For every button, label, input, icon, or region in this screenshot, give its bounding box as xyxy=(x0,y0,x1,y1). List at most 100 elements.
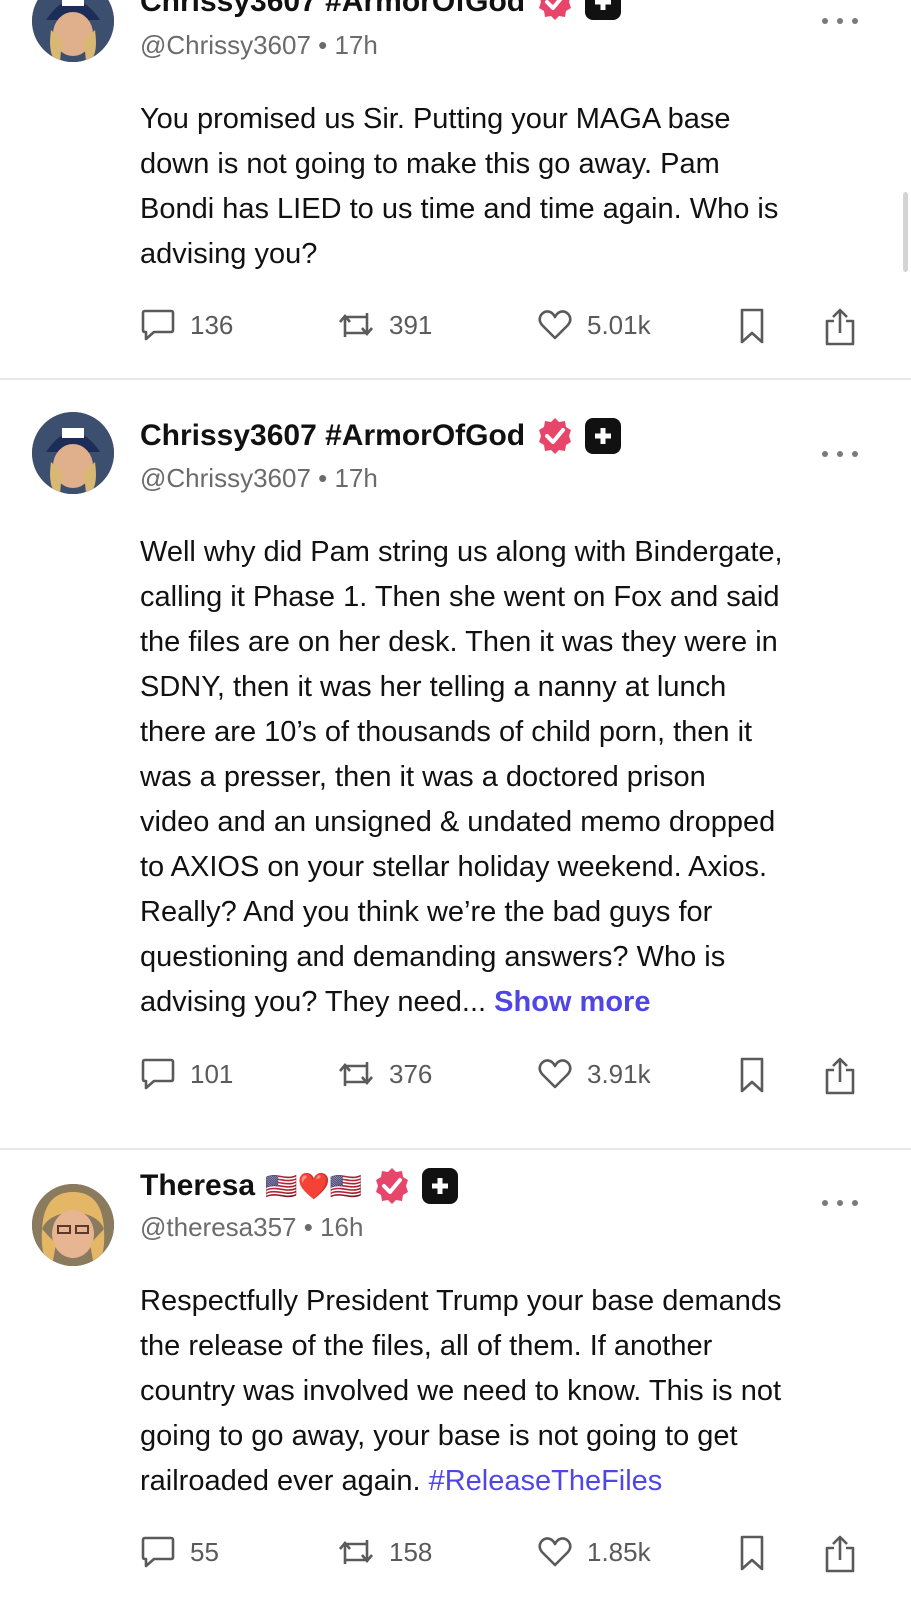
author-name-row: Chrissy3607 #ArmorOfGod xyxy=(140,416,622,456)
post-text-line: Bondi has LIED to us time and time again… xyxy=(140,193,779,225)
author-handle-row: @Chrissy3607 • 17h xyxy=(140,30,378,61)
plus-badge-icon xyxy=(585,418,622,454)
bookmark-button[interactable] xyxy=(737,307,767,345)
repost-count: 376 xyxy=(389,1058,433,1089)
repost-button[interactable]: 376 xyxy=(337,1056,432,1092)
post-text-line: advising you? xyxy=(140,238,318,270)
reply-button[interactable]: 136 xyxy=(140,307,233,343)
author-name[interactable]: Chrissy3607 #ArmorOfGod xyxy=(140,419,525,453)
verified-badge-icon xyxy=(376,1168,409,1204)
speech-bubble-icon xyxy=(141,309,175,341)
repost-arrows-icon xyxy=(339,313,373,337)
repost-button[interactable]: 158 xyxy=(337,1534,432,1570)
post-time: 17h xyxy=(334,30,378,60)
avatar[interactable] xyxy=(32,0,114,62)
plus-badge-icon xyxy=(585,0,622,20)
post-text-line: down is not going to make this go away. … xyxy=(140,148,720,180)
author-handle[interactable]: @Chrissy3607 xyxy=(140,463,311,493)
post-time: 16h xyxy=(320,1212,364,1242)
reply-button[interactable]: 55 xyxy=(140,1534,219,1570)
bookmark-icon xyxy=(740,1535,764,1571)
post-text-line: the files are on her desk. Then it was t… xyxy=(140,626,778,658)
separator-dot: • xyxy=(318,463,335,493)
post-text: You promised us Sir. Putting your MAGA b… xyxy=(140,97,875,277)
author-name-row: Theresa 🇺🇸❤️🇺🇸 xyxy=(140,1166,459,1206)
separator-dot: • xyxy=(303,1212,321,1242)
post-text-line: questioning and demanding answers? Who i… xyxy=(140,941,726,973)
post-text-line-end: advising you? They need... xyxy=(140,986,487,1018)
like-button[interactable]: 5.01k xyxy=(537,307,651,343)
post-2: Chrissy3607 #ArmorOfGod @Chrissy3607 • 1… xyxy=(0,380,911,1130)
heart-outline-icon xyxy=(538,1537,572,1567)
author-handle-row: @theresa357 • 16h xyxy=(140,1212,363,1243)
like-count: 3.91k xyxy=(587,1058,651,1089)
post-1: Chrissy3607 #ArmorOfGod @Chrissy3607 • 1… xyxy=(0,0,911,380)
post-text-line: Respectfully President Trump your base d… xyxy=(140,1285,782,1317)
author-handle[interactable]: @theresa357 xyxy=(140,1212,297,1242)
post-3: Theresa 🇺🇸❤️🇺🇸 @theresa357 • 16h Respect… xyxy=(0,1150,911,1600)
avatar[interactable] xyxy=(32,1184,114,1266)
post-text-line: SDNY, then it was her telling a nanny at… xyxy=(140,671,727,703)
reply-button[interactable]: 101 xyxy=(140,1056,233,1092)
hashtag-link[interactable]: #ReleaseTheFiles xyxy=(429,1465,663,1497)
post-actions: 136 391 5.01k xyxy=(0,307,911,347)
post-text-line: there are 10’s of thousands of child por… xyxy=(140,716,753,748)
author-name-row: Chrissy3607 #ArmorOfGod xyxy=(140,0,622,22)
bookmark-button[interactable] xyxy=(737,1534,767,1572)
verified-badge-icon xyxy=(539,418,572,454)
post-text-line: country was involved we need to know. Th… xyxy=(140,1375,782,1407)
repost-count: 158 xyxy=(389,1536,433,1567)
verified-badge-icon xyxy=(539,0,572,20)
post-text-line: Well why did Pam string us along with Bi… xyxy=(140,536,783,568)
author-handle[interactable]: @Chrissy3607 xyxy=(140,30,311,60)
post-text-line: going to go away, your base is not going… xyxy=(140,1420,738,1452)
avatar[interactable] xyxy=(32,412,114,494)
post-time: 17h xyxy=(334,463,378,493)
author-name[interactable]: Chrissy3607 #ArmorOfGod xyxy=(140,0,525,19)
like-button[interactable]: 1.85k xyxy=(537,1534,651,1570)
share-button[interactable] xyxy=(823,307,857,347)
share-upload-icon xyxy=(825,1057,855,1095)
post-text: Respectfully President Trump your base d… xyxy=(140,1279,875,1504)
repost-arrows-icon xyxy=(339,1540,373,1564)
post-text-line-end: railroaded ever again. xyxy=(140,1465,421,1497)
heart-outline-icon xyxy=(538,1059,572,1089)
bookmark-button[interactable] xyxy=(737,1056,767,1094)
reply-count: 101 xyxy=(190,1058,234,1089)
share-upload-icon xyxy=(825,308,855,346)
reply-count: 136 xyxy=(190,309,234,340)
post-text-line: railroaded ever again. #ReleaseTheFiles xyxy=(140,1459,875,1504)
post-actions: 55 158 1.85k xyxy=(0,1534,911,1574)
separator-dot: • xyxy=(318,30,335,60)
post-text-line: was a presser, then it was a doctored pr… xyxy=(140,761,706,793)
more-dots-icon[interactable] xyxy=(822,451,858,457)
author-handle-row: @Chrissy3607 • 17h xyxy=(140,463,378,494)
share-button[interactable] xyxy=(823,1056,857,1096)
bookmark-icon xyxy=(740,308,764,344)
more-dots-icon[interactable] xyxy=(822,18,858,24)
name-emoji: 🇺🇸❤️🇺🇸 xyxy=(265,1170,363,1201)
speech-bubble-icon xyxy=(141,1536,175,1568)
bookmark-icon xyxy=(740,1057,764,1093)
repost-count: 391 xyxy=(389,309,433,340)
share-button[interactable] xyxy=(823,1534,857,1574)
post-text: Well why did Pam string us along with Bi… xyxy=(140,530,875,1025)
post-text-line: the release of the files, all of them. I… xyxy=(140,1330,713,1362)
author-name[interactable]: Theresa xyxy=(140,1169,255,1203)
repost-button[interactable]: 391 xyxy=(337,307,432,343)
show-more-link[interactable]: Show more xyxy=(494,986,650,1018)
like-button[interactable]: 3.91k xyxy=(537,1056,651,1092)
post-actions: 101 376 3.91k xyxy=(0,1056,911,1096)
heart-outline-icon xyxy=(538,310,572,340)
post-text-line: You promised us Sir. Putting your MAGA b… xyxy=(140,103,731,135)
share-upload-icon xyxy=(825,1535,855,1573)
reply-count: 55 xyxy=(190,1536,219,1567)
post-text-line: Really? And you think we’re the bad guys… xyxy=(140,896,713,928)
speech-bubble-icon xyxy=(141,1058,175,1090)
post-text-line: to AXIOS on your stellar holiday weekend… xyxy=(140,851,768,883)
plus-badge-icon xyxy=(422,1168,459,1204)
more-dots-icon[interactable] xyxy=(822,1200,858,1206)
post-text-line: video and an unsigned & undated memo dro… xyxy=(140,806,776,838)
post-text-line: advising you? They need... Show more xyxy=(140,980,875,1025)
like-count: 1.85k xyxy=(587,1536,651,1567)
